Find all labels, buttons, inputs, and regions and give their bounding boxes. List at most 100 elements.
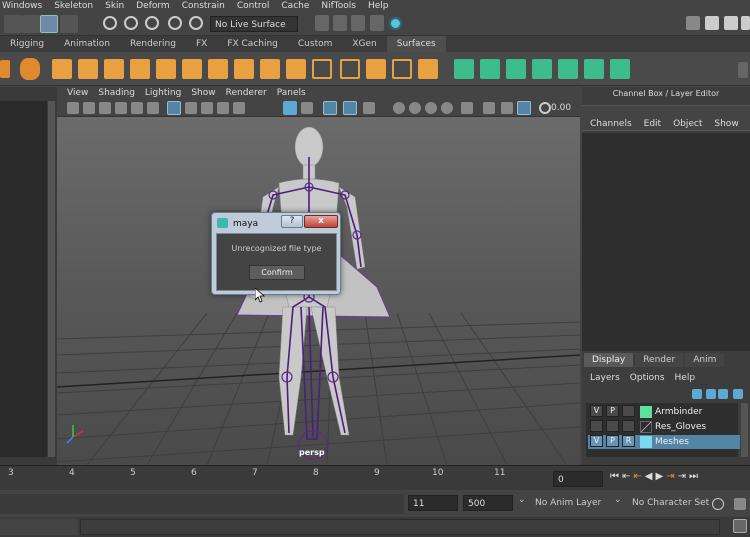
attribute-editor-icon[interactable] bbox=[705, 16, 719, 30]
film-gate-icon[interactable] bbox=[147, 102, 159, 114]
menu-deform[interactable]: Deform bbox=[136, 0, 169, 12]
gamma-value[interactable]: 0.00 bbox=[551, 103, 571, 113]
render-settings-icon[interactable] bbox=[351, 15, 365, 31]
viewport-menu-lighting[interactable]: Lighting bbox=[145, 87, 181, 100]
shelf-tab-rigging[interactable]: Rigging bbox=[0, 36, 54, 52]
shelf-loft-icon[interactable] bbox=[78, 59, 98, 79]
snap-view-icon[interactable] bbox=[124, 16, 138, 30]
snap-center-icon[interactable] bbox=[189, 16, 203, 30]
layout-icon[interactable] bbox=[686, 16, 700, 30]
channel-menu-show[interactable]: Show bbox=[714, 119, 738, 129]
layer-row-armbinder[interactable]: V P Armbinder bbox=[588, 405, 740, 419]
snap-live-icon[interactable] bbox=[168, 16, 182, 30]
light-icon[interactable] bbox=[363, 102, 375, 114]
layer-playback-toggle[interactable] bbox=[606, 420, 619, 432]
step-forward-key-icon[interactable]: ⇥ bbox=[678, 471, 686, 482]
layer-scrollbar[interactable] bbox=[741, 403, 748, 457]
layer-reference-toggle[interactable] bbox=[622, 420, 635, 432]
hypershade-icon[interactable] bbox=[370, 15, 384, 31]
viewport-menu-panels[interactable]: Panels bbox=[277, 87, 306, 100]
tool-settings-icon[interactable] bbox=[724, 16, 738, 30]
shelf-revolve-icon[interactable] bbox=[130, 59, 150, 79]
select-tool-icon[interactable] bbox=[4, 15, 22, 33]
chevron-down-icon[interactable]: ⌄ bbox=[518, 495, 526, 505]
shelf-tab-fx[interactable]: FX bbox=[186, 36, 217, 52]
shelf-reverse-icon[interactable] bbox=[584, 59, 604, 79]
grid-toggle-icon[interactable] bbox=[131, 102, 143, 114]
new-layer-selected-icon[interactable] bbox=[733, 389, 743, 399]
xray-joints-icon[interactable] bbox=[343, 101, 357, 115]
camera-icon[interactable] bbox=[67, 102, 79, 114]
max-frame-field[interactable]: 500 bbox=[463, 495, 513, 511]
shelf-sculpt-icon[interactable] bbox=[610, 59, 630, 79]
safe-action-icon[interactable] bbox=[501, 102, 513, 114]
textured-icon[interactable] bbox=[217, 102, 229, 114]
shelf-offset-icon[interactable] bbox=[532, 59, 552, 79]
shelf-menu-icon[interactable] bbox=[738, 62, 748, 78]
viewport-menu-show[interactable]: Show bbox=[191, 87, 215, 100]
shelf-bevel-icon[interactable] bbox=[260, 59, 280, 79]
shelf-tab-custom[interactable]: Custom bbox=[288, 36, 342, 52]
range-slider[interactable] bbox=[0, 494, 404, 514]
layer-visibility-toggle[interactable]: V bbox=[590, 435, 603, 447]
isolate-select-icon[interactable] bbox=[461, 102, 473, 114]
shelf-nurbs-cylinder-icon[interactable] bbox=[20, 58, 40, 80]
wireframe-on-shaded-icon[interactable] bbox=[201, 102, 213, 114]
step-forward-frame-icon[interactable]: ⇥ bbox=[666, 471, 674, 482]
shelf-cylinder-icon[interactable] bbox=[0, 60, 10, 78]
shelf-extend-icon[interactable] bbox=[506, 59, 526, 79]
layer-tab-anim[interactable]: Anim bbox=[685, 353, 725, 367]
hud-icon[interactable] bbox=[483, 102, 495, 114]
layer-menu-options[interactable]: Options bbox=[630, 373, 665, 383]
shelf-trim-icon[interactable] bbox=[454, 59, 474, 79]
chevron-down-icon[interactable]: ⌄ bbox=[614, 495, 622, 505]
channel-menu-object[interactable]: Object bbox=[673, 119, 702, 129]
help-button[interactable]: ? bbox=[281, 215, 303, 228]
shaded-icon[interactable] bbox=[283, 101, 297, 115]
layer-playback-toggle[interactable]: P bbox=[606, 405, 619, 417]
render-frame-icon[interactable] bbox=[315, 15, 329, 31]
menu-constrain[interactable]: Constrain bbox=[182, 0, 225, 12]
outliner-scrollbar[interactable] bbox=[48, 101, 55, 457]
camera-attributes-icon[interactable] bbox=[83, 102, 95, 114]
layer-color-swatch[interactable] bbox=[640, 436, 652, 448]
render-view-icon[interactable] bbox=[389, 17, 402, 30]
image-plane-icon[interactable] bbox=[115, 102, 127, 114]
shelf-align-icon[interactable] bbox=[366, 59, 386, 79]
range-end-field[interactable]: 11 bbox=[408, 495, 458, 511]
snap-surface-icon[interactable] bbox=[145, 16, 159, 30]
shelf-cube-icon[interactable] bbox=[286, 59, 306, 79]
step-back-key-icon[interactable]: ⇤ bbox=[622, 471, 630, 482]
layer-tab-display[interactable]: Display bbox=[584, 353, 634, 367]
layer-color-swatch[interactable] bbox=[640, 421, 652, 433]
shelf-insert-icon[interactable] bbox=[418, 59, 438, 79]
step-back-frame-icon[interactable]: ⇤ bbox=[633, 471, 641, 482]
shelf-tab-xgen[interactable]: XGen bbox=[342, 36, 386, 52]
motion-blur-icon[interactable] bbox=[409, 102, 421, 114]
channel-menu-channels[interactable]: Channels bbox=[590, 119, 632, 129]
shelf-tab-fx-caching[interactable]: FX Caching bbox=[217, 36, 288, 52]
lasso-tool-icon[interactable] bbox=[22, 15, 40, 33]
channel-box-icon[interactable] bbox=[741, 16, 750, 30]
outliner-list[interactable] bbox=[0, 101, 47, 457]
channel-menu-edit[interactable]: Edit bbox=[644, 119, 661, 129]
anim-layer-dropdown[interactable]: No Anim Layer bbox=[535, 498, 601, 508]
move-layer-down-icon[interactable] bbox=[706, 389, 716, 399]
shadows-icon[interactable] bbox=[301, 102, 313, 114]
menu-windows[interactable]: Windows bbox=[2, 0, 42, 12]
shelf-detach-icon[interactable] bbox=[340, 59, 360, 79]
xray-icon[interactable] bbox=[323, 101, 337, 115]
depth-of-field-icon[interactable] bbox=[441, 102, 453, 114]
live-surface-field[interactable]: No Live Surface bbox=[210, 16, 298, 32]
go-to-end-icon[interactable]: ⏭ bbox=[689, 471, 698, 482]
anti-alias-icon[interactable] bbox=[425, 102, 437, 114]
shelf-attach-icon[interactable] bbox=[312, 59, 332, 79]
shelf-planar-icon[interactable] bbox=[156, 59, 176, 79]
layer-tab-render[interactable]: Render bbox=[635, 353, 684, 367]
snap-point-icon[interactable] bbox=[103, 16, 117, 30]
layer-menu-help[interactable]: Help bbox=[675, 373, 696, 383]
script-editor-icon[interactable] bbox=[733, 519, 747, 533]
menu-skeleton[interactable]: Skeleton bbox=[54, 0, 93, 12]
command-input[interactable] bbox=[80, 519, 720, 535]
shelf-birail-icon[interactable] bbox=[208, 59, 228, 79]
